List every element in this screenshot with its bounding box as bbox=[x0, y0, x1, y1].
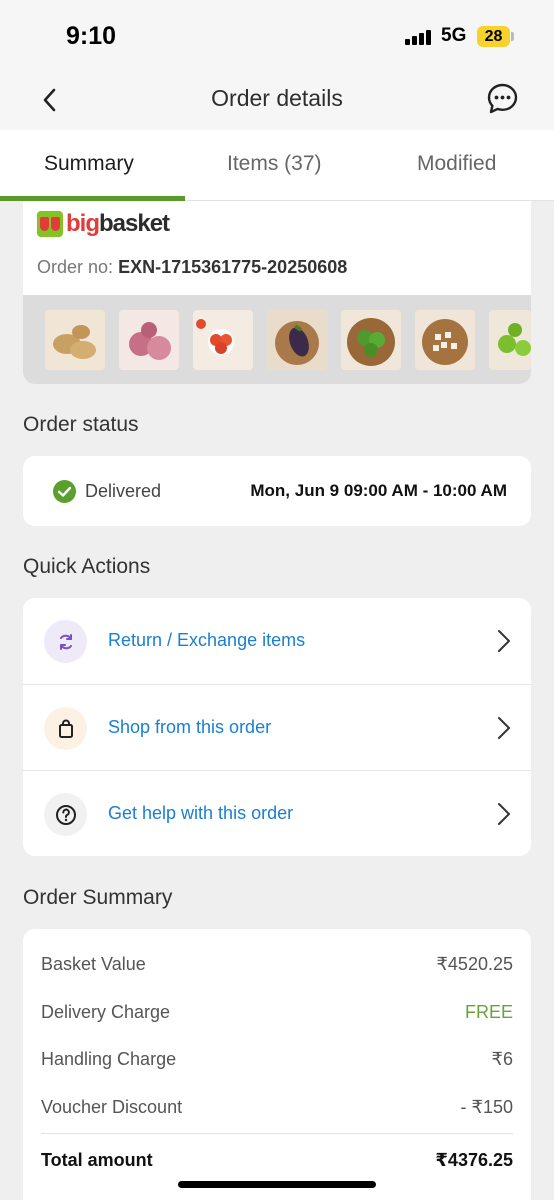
status-time: 9:10 bbox=[66, 22, 117, 50]
shop-from-order-row[interactable]: Shop from this order bbox=[23, 684, 531, 770]
shop-from-order-label: Shop from this order bbox=[108, 717, 272, 737]
delivery-charge-amount: FREE bbox=[464, 1002, 513, 1022]
chevron-right-icon bbox=[498, 630, 510, 652]
chat-icon[interactable] bbox=[486, 82, 519, 115]
network-type: 5G bbox=[441, 25, 467, 46]
order-summary-card: Basket Value ₹4520.25 Delivery Charge FR… bbox=[23, 929, 531, 1200]
summary-divider bbox=[41, 1133, 513, 1134]
order-summary-heading: Order Summary bbox=[23, 886, 173, 909]
chevron-right-icon bbox=[498, 803, 510, 825]
voucher-discount-label: Voucher Discount bbox=[41, 1097, 183, 1117]
help-icon bbox=[44, 793, 87, 836]
check-circle-icon bbox=[53, 480, 76, 503]
bigbasket-logo-mark bbox=[37, 211, 63, 237]
brand-basket: basket bbox=[99, 210, 170, 237]
thumbnail-garlic bbox=[415, 310, 475, 370]
handling-charge-row: Handling Charge ₹6 bbox=[41, 1049, 513, 1073]
page-title: Order details bbox=[211, 85, 343, 111]
order-number-label: Order no: bbox=[37, 257, 114, 277]
order-number: Order no: EXN-1715361775-20250608 bbox=[37, 257, 347, 278]
basket-value-amount: ₹4520.25 bbox=[436, 954, 513, 974]
battery-cap bbox=[511, 32, 514, 41]
thumbnail-capsicum bbox=[341, 310, 401, 370]
item-thumbnail-strip[interactable] bbox=[23, 295, 531, 384]
tab-modified[interactable]: Modified bbox=[417, 152, 496, 176]
tab-bar: Summary Items (37) Modified bbox=[0, 130, 554, 201]
delivery-charge-row: Delivery Charge FREE bbox=[41, 1002, 513, 1026]
delivery-slot: Mon, Jun 9 09:00 AM - 10:00 AM bbox=[250, 481, 507, 500]
basket-value-label: Basket Value bbox=[41, 954, 146, 974]
return-exchange-row[interactable]: Return / Exchange items bbox=[23, 598, 531, 684]
refresh-icon bbox=[44, 620, 87, 663]
battery-icon: 28 bbox=[477, 26, 510, 47]
brand-big: big bbox=[66, 210, 100, 237]
thumbnail-lime bbox=[489, 310, 531, 370]
thumbnail-brinjal bbox=[267, 310, 327, 370]
handling-charge-amount: ₹6 bbox=[491, 1049, 513, 1069]
get-help-label: Get help with this order bbox=[108, 803, 294, 823]
tab-items[interactable]: Items (37) bbox=[227, 152, 322, 176]
return-exchange-label: Return / Exchange items bbox=[108, 630, 306, 650]
nav-bar: Order details bbox=[0, 70, 554, 130]
chevron-right-icon bbox=[498, 717, 510, 739]
delivery-charge-label: Delivery Charge bbox=[41, 1002, 171, 1022]
order-status-card: Delivered Mon, Jun 9 09:00 AM - 10:00 AM bbox=[23, 456, 531, 526]
shopping-bag-icon bbox=[44, 707, 87, 750]
status-bar: 9:10 5G 28 bbox=[0, 0, 554, 70]
thumbnail-onion bbox=[119, 310, 179, 370]
bigbasket-logo: bigbasket bbox=[37, 210, 170, 238]
home-indicator[interactable] bbox=[178, 1181, 376, 1188]
thumbnail-tomato bbox=[193, 310, 253, 370]
signal-icon bbox=[405, 29, 431, 45]
quick-actions-card: Return / Exchange items Shop from this o… bbox=[23, 598, 531, 856]
voucher-discount-amount: - ₹150 bbox=[460, 1097, 513, 1117]
tab-summary[interactable]: Summary bbox=[44, 152, 134, 176]
voucher-discount-row: Voucher Discount - ₹150 bbox=[41, 1097, 513, 1121]
basket-value-row: Basket Value ₹4520.25 bbox=[41, 954, 513, 978]
handling-charge-label: Handling Charge bbox=[41, 1049, 177, 1069]
order-card: bigbasket Order no: EXN-1715361775-20250… bbox=[23, 201, 531, 384]
order-number-value: EXN-1715361775-20250608 bbox=[118, 257, 348, 277]
quick-actions-heading: Quick Actions bbox=[23, 555, 151, 578]
total-amount-row: Total amount ₹4376.25 bbox=[41, 1150, 513, 1174]
total-amount-label: Total amount bbox=[41, 1150, 153, 1170]
total-amount-value: ₹4376.25 bbox=[435, 1150, 513, 1170]
status-label: Delivered bbox=[85, 481, 162, 501]
get-help-row[interactable]: Get help with this order bbox=[23, 770, 531, 856]
thumbnail-potato bbox=[45, 310, 105, 370]
order-status-heading: Order status bbox=[23, 413, 139, 436]
